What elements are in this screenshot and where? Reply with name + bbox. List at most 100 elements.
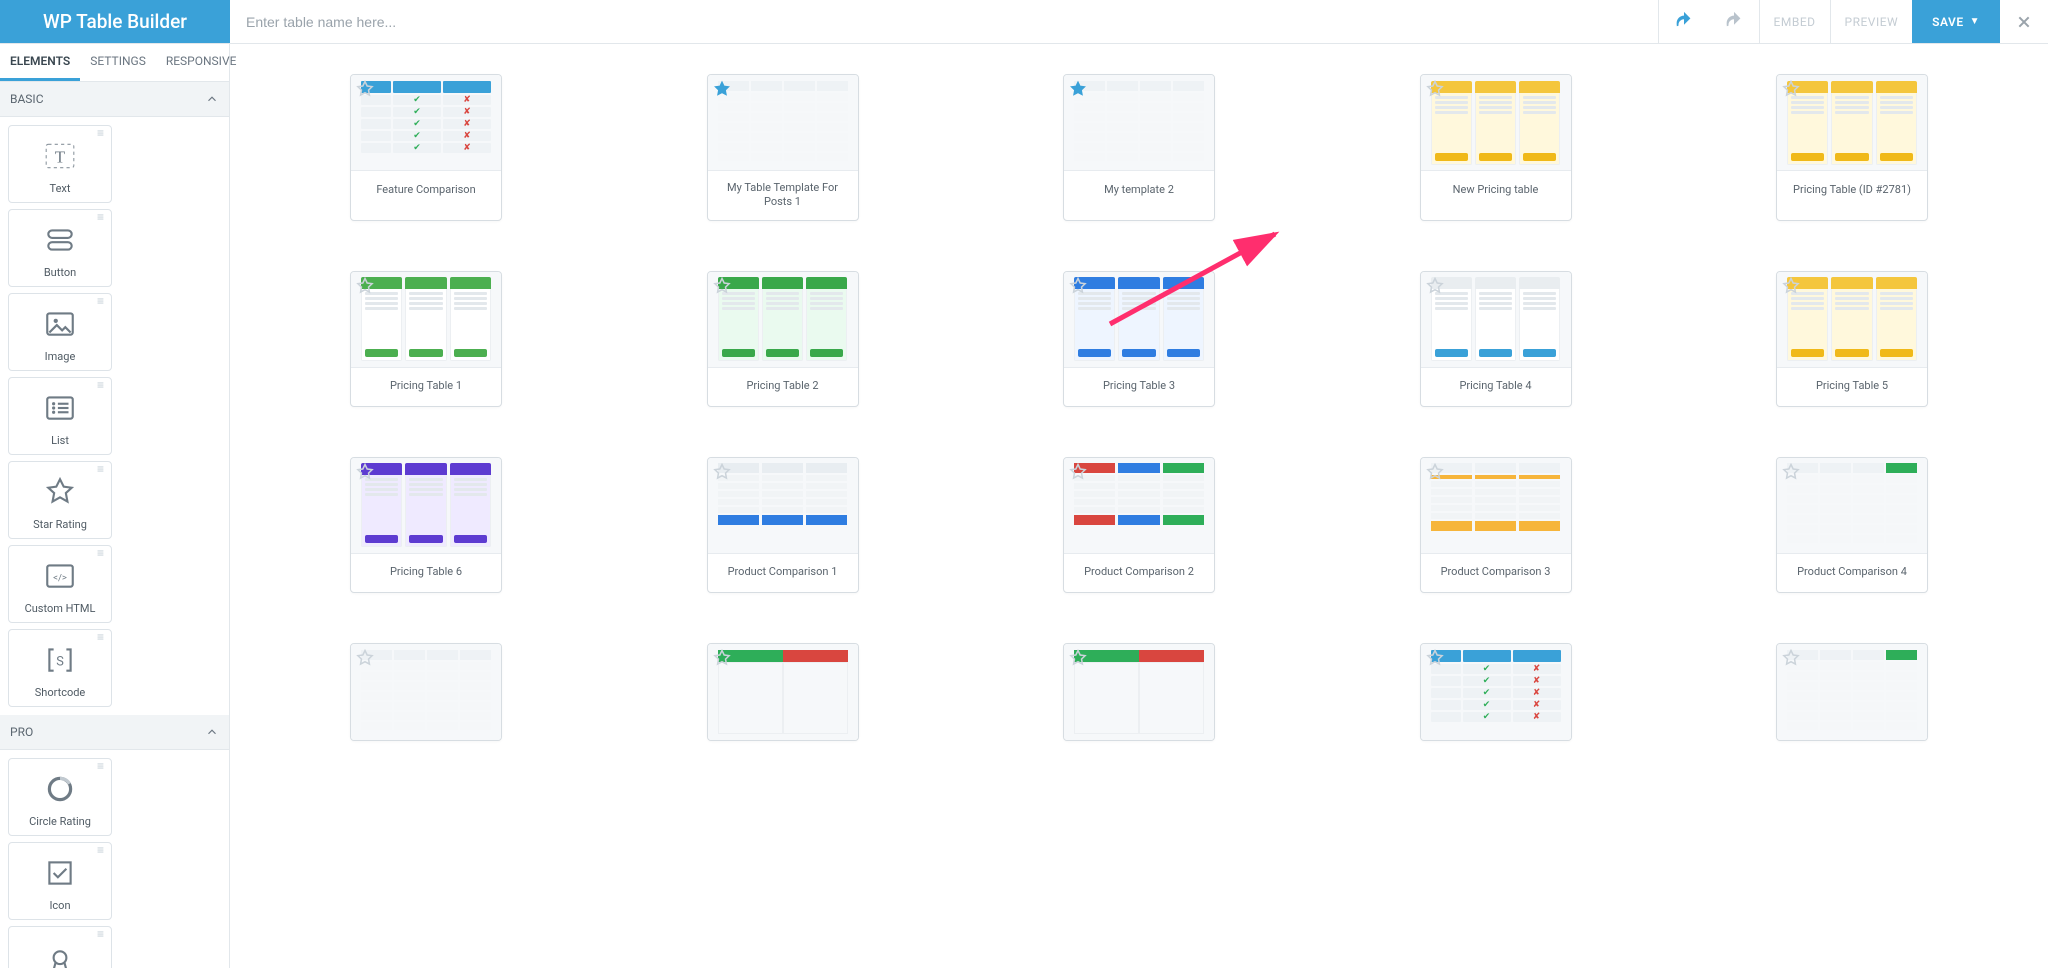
save-button[interactable]: SAVE▼ (1912, 0, 2000, 43)
favorite-toggle[interactable] (1781, 462, 1801, 482)
element-image[interactable]: ≡ Image (8, 293, 112, 371)
drag-handle-icon: ≡ (97, 763, 105, 769)
pro-elements: ≡ Circle Rating ≡ Icon ≡ ≡ (0, 750, 229, 968)
template-card[interactable]: ✔✘✔✘✔✘✔✘✔✘Feature Comparison (350, 74, 502, 221)
star-icon (1069, 277, 1087, 295)
star-icon (713, 463, 731, 481)
favorite-toggle[interactable] (1781, 276, 1801, 296)
template-thumbnail (1064, 272, 1214, 368)
template-card[interactable]: Pricing Table 6 (350, 457, 502, 593)
favorite-toggle[interactable] (1068, 648, 1088, 668)
shortcode-icon: S (42, 642, 78, 678)
template-card[interactable]: Pricing Table 1 (350, 271, 502, 407)
element-list[interactable]: ≡ List (8, 377, 112, 455)
template-label: My Table Template For Posts 1 (708, 171, 858, 220)
close-button[interactable] (2000, 0, 2048, 43)
template-card[interactable]: Product Comparison 4 (1776, 457, 1928, 593)
template-card[interactable] (707, 643, 859, 741)
template-thumbnail (1421, 272, 1571, 368)
code-icon: </> (42, 558, 78, 594)
embed-button[interactable]: EMBED (1760, 0, 1830, 43)
sidebar: ELEMENTS SETTINGS RESPONSIVE BASIC ≡ T T… (0, 44, 230, 968)
favorite-toggle[interactable] (1781, 79, 1801, 99)
template-thumbnail (708, 458, 858, 554)
template-card[interactable] (350, 643, 502, 741)
favorite-toggle[interactable] (1781, 648, 1801, 668)
favorite-toggle[interactable] (712, 79, 732, 99)
template-card[interactable]: ✔✘✔✘✔✘✔✘✔✘ (1420, 643, 1572, 741)
star-icon (42, 474, 78, 510)
star-icon (1069, 649, 1087, 667)
svg-text:S: S (56, 654, 64, 669)
section-basic-header[interactable]: BASIC (0, 82, 229, 117)
favorite-toggle[interactable] (712, 648, 732, 668)
star-icon (1782, 649, 1800, 667)
favorite-toggle[interactable] (1068, 79, 1088, 99)
star-icon (1782, 80, 1800, 98)
star-icon (713, 277, 731, 295)
favorite-toggle[interactable] (1068, 276, 1088, 296)
tab-settings[interactable]: SETTINGS (80, 44, 156, 81)
drag-handle-icon: ≡ (97, 466, 105, 472)
template-thumbnail: ✔✘✔✘✔✘✔✘✔✘ (1421, 644, 1571, 740)
template-card[interactable]: Pricing Table 3 (1063, 271, 1215, 407)
drag-handle-icon: ≡ (97, 550, 105, 556)
template-label: Feature Comparison (351, 171, 501, 209)
star-icon (1426, 80, 1444, 98)
template-label: New Pricing table (1421, 171, 1571, 209)
element-circle-rating[interactable]: ≡ Circle Rating (8, 758, 112, 836)
template-thumbnail (1421, 75, 1571, 171)
element-text[interactable]: ≡ T Text (8, 125, 112, 203)
favorite-toggle[interactable] (355, 648, 375, 668)
favorite-toggle[interactable] (1425, 79, 1445, 99)
template-thumbnail: ✔✘✔✘✔✘✔✘✔✘ (351, 75, 501, 171)
template-card[interactable]: Product Comparison 2 (1063, 457, 1215, 593)
tab-elements[interactable]: ELEMENTS (0, 44, 80, 81)
element-custom-html[interactable]: ≡ </> Custom HTML (8, 545, 112, 623)
template-thumbnail (1777, 75, 1927, 171)
template-thumbnail (708, 644, 858, 740)
element-button[interactable]: ≡ Button (8, 209, 112, 287)
template-label: Pricing Table 1 (351, 368, 501, 406)
favorite-toggle[interactable] (355, 79, 375, 99)
undo-button[interactable] (1659, 0, 1709, 43)
favorite-toggle[interactable] (355, 276, 375, 296)
chevron-up-icon (205, 725, 219, 739)
checkbox-icon (42, 855, 78, 891)
drag-handle-icon: ≡ (97, 634, 105, 640)
template-card[interactable]: Pricing Table 2 (707, 271, 859, 407)
template-thumbnail (1064, 458, 1214, 554)
template-card[interactable]: My Table Template For Posts 1 (707, 74, 859, 221)
element-shortcode[interactable]: ≡ S Shortcode (8, 629, 112, 707)
element-icon[interactable]: ≡ Icon (8, 842, 112, 920)
template-thumbnail (1777, 272, 1927, 368)
template-card[interactable]: Pricing Table 5 (1776, 271, 1928, 407)
favorite-toggle[interactable] (1425, 276, 1445, 296)
template-card[interactable] (1776, 643, 1928, 741)
preview-button[interactable]: PREVIEW (1831, 0, 1913, 43)
favorite-toggle[interactable] (355, 462, 375, 482)
star-icon (356, 277, 374, 295)
template-card[interactable]: Pricing Table (ID #2781) (1776, 74, 1928, 221)
template-thumbnail (1064, 644, 1214, 740)
favorite-toggle[interactable] (1425, 462, 1445, 482)
redo-button[interactable] (1709, 0, 1759, 43)
template-card[interactable]: Pricing Table 4 (1420, 271, 1572, 407)
template-card[interactable]: My template 2 (1063, 74, 1215, 221)
table-name-input[interactable] (246, 7, 534, 37)
template-card[interactable] (1063, 643, 1215, 741)
favorite-toggle[interactable] (1068, 462, 1088, 482)
star-icon (713, 649, 731, 667)
template-card[interactable]: Product Comparison 3 (1420, 457, 1572, 593)
element-star-rating[interactable]: ≡ Star Rating (8, 461, 112, 539)
topbar: WP Table Builder EMBED PREVIEW SAVE▼ (0, 0, 2048, 44)
favorite-toggle[interactable] (712, 462, 732, 482)
template-label: Pricing Table 4 (1421, 368, 1571, 406)
template-card[interactable]: New Pricing table (1420, 74, 1572, 221)
element-ribbon[interactable]: ≡ (8, 926, 112, 968)
favorite-toggle[interactable] (712, 276, 732, 296)
section-pro-header[interactable]: PRO (0, 715, 229, 750)
svg-text:</>: </> (53, 572, 67, 583)
favorite-toggle[interactable] (1425, 648, 1445, 668)
template-card[interactable]: Product Comparison 1 (707, 457, 859, 593)
